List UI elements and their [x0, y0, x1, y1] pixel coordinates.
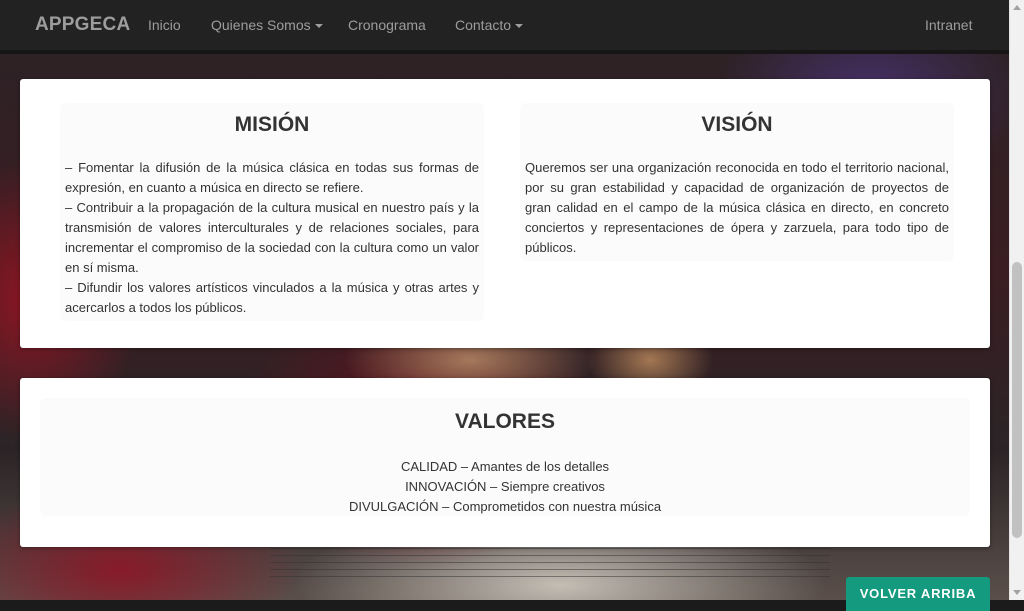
scroll-up-arrow-icon[interactable]	[1013, 5, 1021, 10]
vision-text: Queremos ser una organización reconocida…	[525, 158, 949, 258]
brand-logo[interactable]: APPGECA	[35, 14, 130, 36]
nav-item-cronograma[interactable]: Cronograma	[348, 17, 426, 33]
valores-item: INNOVACIÓN – Siempre creativos	[405, 479, 605, 494]
valores-card: VALORES CALIDAD – Amantes de los detalle…	[20, 378, 990, 547]
back-to-top-button[interactable]: VOLVER ARRIBA	[846, 577, 990, 611]
valores-title: VALORES	[455, 410, 555, 433]
mision-title: MISIÓN	[234, 113, 310, 136]
scrollbar-thumb[interactable]	[1012, 262, 1022, 538]
nav-item-label: Quienes Somos	[211, 17, 311, 33]
valores-item: DIVULGACIÓN – Comprometidos con nuestra …	[348, 499, 662, 514]
mision-vision-card: MISIÓN – Fomentar la difusión de la músi…	[20, 79, 990, 348]
page-scrollbar[interactable]	[1009, 0, 1024, 600]
nav-item-label: Contacto	[455, 17, 512, 33]
vision-paragraph: Queremos ser una organización reconocida…	[525, 160, 949, 255]
mision-text: – Fomentar la difusión de la música clás…	[65, 158, 479, 318]
sheet-music-decoration	[270, 548, 830, 600]
vision-panel: VISIÓN Queremos ser una organización rec…	[520, 103, 954, 261]
nav-item-intranet[interactable]: Intranet	[925, 17, 972, 33]
mision-panel: MISIÓN – Fomentar la difusión de la músi…	[60, 103, 484, 321]
caret-down-icon	[515, 24, 524, 29]
top-navbar: APPGECA Inicio Quienes Somos Cronograma …	[0, 0, 1009, 54]
valores-item: CALIDAD – Amantes de los detalles	[400, 459, 610, 474]
nav-item-label: Inicio	[148, 17, 181, 33]
vision-title: VISIÓN	[701, 113, 773, 136]
nav-item-quienes-somos[interactable]: Quienes Somos	[211, 17, 323, 33]
caret-down-icon	[314, 24, 323, 29]
nav-item-contacto[interactable]: Contacto	[455, 17, 524, 33]
mision-line: – Fomentar la difusión de la música clás…	[65, 160, 479, 195]
valores-list: CALIDAD – Amantes de los detalles INNOVA…	[40, 457, 970, 517]
nav-item-label: Cronograma	[348, 17, 426, 33]
scroll-down-arrow-icon[interactable]	[1013, 590, 1021, 595]
mision-line: – Difundir los valores artísticos vincul…	[65, 280, 479, 315]
valores-panel: VALORES CALIDAD – Amantes de los detalle…	[40, 398, 970, 516]
mision-line: – Contribuir a la propagación de la cult…	[65, 200, 479, 275]
nav-item-inicio[interactable]: Inicio	[148, 17, 181, 33]
